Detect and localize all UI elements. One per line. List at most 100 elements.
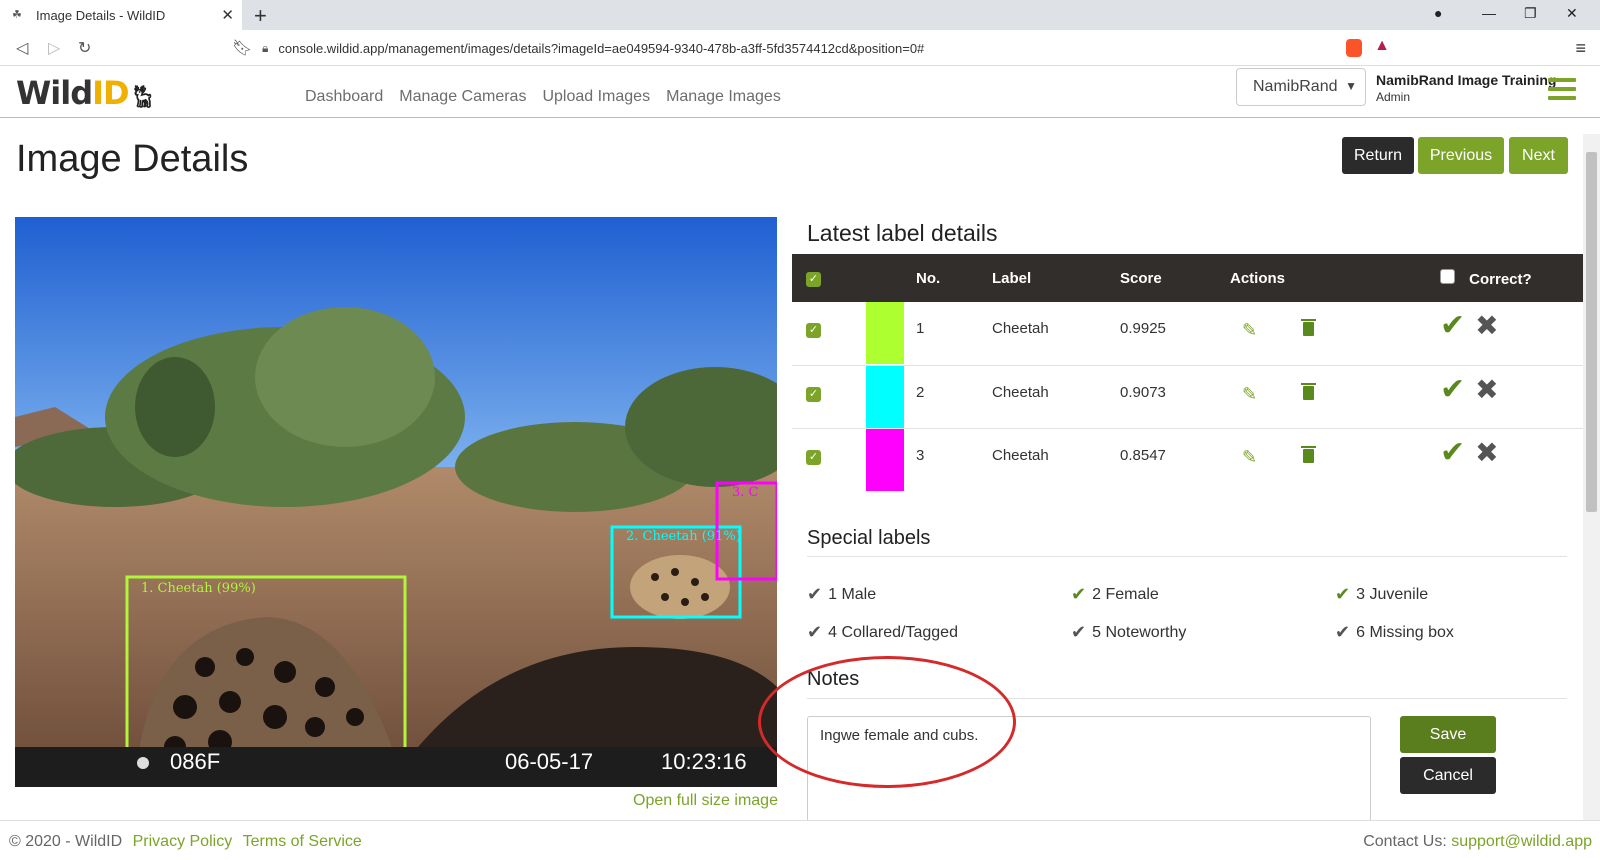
main-nav: Dashboard Manage Cameras Upload Images M… bbox=[305, 88, 781, 106]
special-label-juvenile[interactable]: ✔ 3 Juvenile bbox=[1335, 584, 1428, 605]
delete-trash-icon[interactable] bbox=[1301, 445, 1317, 463]
edit-pencil-icon[interactable]: ✎ bbox=[1242, 384, 1257, 404]
check-icon: ✔ bbox=[1071, 622, 1087, 642]
table-row: ✓ 2 Cheetah 0.9073 ✎ ✔ ✖ bbox=[792, 365, 1584, 429]
box-label-3: 3. C bbox=[732, 485, 759, 500]
project-select-value: NamibRand bbox=[1253, 78, 1338, 95]
col-no: No. bbox=[916, 254, 992, 302]
lock-icon: 🔒︎ bbox=[262, 40, 269, 55]
cancel-button[interactable]: Cancel bbox=[1400, 757, 1496, 794]
delete-trash-icon[interactable] bbox=[1301, 319, 1317, 336]
delete-trash-icon[interactable] bbox=[1301, 382, 1317, 400]
special-label-text: 1 Male bbox=[828, 585, 877, 603]
select-all-checkbox[interactable]: ✓ bbox=[806, 272, 821, 287]
row-label: Cheetah bbox=[992, 302, 1120, 366]
annotation-circle bbox=[758, 656, 1016, 788]
logo-text: Wild bbox=[16, 74, 93, 112]
brave-rewards-icon[interactable]: ▲ bbox=[1374, 37, 1390, 55]
wildid-logo[interactable]: WildID🦌︎ bbox=[16, 74, 157, 112]
save-button[interactable]: Save bbox=[1400, 716, 1496, 753]
special-label-text: 6 Missing box bbox=[1356, 623, 1454, 641]
browser-tab[interactable]: ☘ Image Details - WildID ✕ bbox=[0, 0, 242, 30]
special-label-noteworthy[interactable]: ✔ 5 Noteworthy bbox=[1071, 622, 1186, 643]
minimize-icon[interactable]: — bbox=[1482, 5, 1496, 21]
maximize-icon[interactable]: ❐ bbox=[1524, 5, 1537, 22]
nav-manage-cameras[interactable]: Manage Cameras bbox=[399, 88, 526, 106]
labels-table: ✓ No. Label Score Actions Correct? ✓ 1 C… bbox=[792, 254, 1584, 491]
special-label-text: 5 Noteworthy bbox=[1092, 623, 1187, 641]
mark-incorrect-icon[interactable]: ✖ bbox=[1475, 437, 1498, 468]
check-icon: ✔ bbox=[807, 584, 823, 604]
contact-label: Contact Us: bbox=[1363, 833, 1447, 850]
nav-upload-images[interactable]: Upload Images bbox=[542, 88, 650, 106]
mark-incorrect-icon[interactable]: ✖ bbox=[1475, 310, 1498, 341]
reload-icon[interactable]: ↻ bbox=[78, 38, 91, 58]
row-no: 1 bbox=[916, 302, 992, 366]
special-label-collared[interactable]: ✔ 4 Collared/Tagged bbox=[807, 622, 958, 643]
nav-dashboard[interactable]: Dashboard bbox=[305, 88, 383, 106]
browser-tabbar: ☘ Image Details - WildID ✕ + ● — ❐ ✕ bbox=[0, 0, 1600, 30]
special-labels-title: Special labels bbox=[807, 527, 931, 549]
terms-of-service-link[interactable]: Terms of Service bbox=[243, 833, 362, 850]
table-row: ✓ 1 Cheetah 0.9925 ✎ ✔ ✖ bbox=[792, 302, 1584, 366]
wildid-favicon-icon: ☘ bbox=[12, 9, 22, 21]
animals-logo-icon: 🦌︎ bbox=[128, 85, 157, 110]
edit-pencil-icon[interactable]: ✎ bbox=[1242, 447, 1257, 467]
row-score: 0.8547 bbox=[1120, 446, 1166, 464]
label-color-swatch bbox=[866, 302, 904, 364]
open-full-size-link[interactable]: Open full size image bbox=[633, 792, 778, 810]
previous-button[interactable]: Previous bbox=[1418, 137, 1504, 174]
label-color-swatch bbox=[866, 365, 904, 428]
labels-title: Latest label details bbox=[807, 220, 998, 246]
close-tab-icon[interactable]: ✕ bbox=[221, 6, 234, 24]
col-actions: Actions bbox=[1230, 254, 1440, 302]
project-select[interactable]: NamibRand ▼ bbox=[1236, 68, 1366, 106]
row-label: Cheetah bbox=[992, 446, 1049, 464]
check-icon: ✔ bbox=[1071, 584, 1087, 604]
box-label-2: 2. Cheetah (91%) bbox=[626, 529, 741, 544]
copyright: © 2020 - WildID bbox=[9, 833, 123, 850]
overlay-time: 10:23:16 bbox=[661, 749, 747, 774]
tab-title: Image Details - WildID bbox=[36, 7, 166, 23]
hamburger-menu-icon[interactable] bbox=[1548, 78, 1576, 105]
row-checkbox[interactable]: ✓ bbox=[806, 386, 821, 402]
mark-correct-icon[interactable]: ✔ bbox=[1440, 309, 1465, 342]
logo-id: ID bbox=[92, 74, 129, 112]
col-score: Score bbox=[1120, 254, 1230, 302]
return-button[interactable]: Return bbox=[1342, 137, 1414, 174]
next-button[interactable]: Next bbox=[1509, 137, 1568, 174]
new-tab-icon[interactable]: + bbox=[254, 3, 267, 29]
brave-shield-icon[interactable] bbox=[1346, 39, 1362, 57]
contact-email-link[interactable]: support@wildid.app bbox=[1451, 833, 1592, 850]
profile-icon[interactable]: ● bbox=[1434, 5, 1442, 21]
back-icon[interactable]: ◁ bbox=[16, 38, 28, 58]
special-label-missing-box[interactable]: ✔ 6 Missing box bbox=[1335, 622, 1454, 643]
browser-menu-icon[interactable]: ≡ bbox=[1575, 38, 1586, 59]
mark-correct-icon[interactable]: ✔ bbox=[1440, 373, 1465, 406]
page-scrollbar[interactable] bbox=[1583, 134, 1600, 820]
close-window-icon[interactable]: ✕ bbox=[1566, 5, 1578, 22]
correct-all-checkbox[interactable] bbox=[1440, 268, 1455, 284]
url-field[interactable]: 🔒︎ console.wildid.app/management/images/… bbox=[262, 35, 1390, 61]
overlay-date: 06-05-17 bbox=[505, 749, 594, 774]
row-score: 0.9925 bbox=[1120, 302, 1230, 366]
row-checkbox[interactable]: ✓ bbox=[806, 449, 821, 465]
row-checkbox[interactable]: ✓ bbox=[806, 323, 821, 338]
user-info: NamibRand Image Training Admin bbox=[1376, 72, 1556, 104]
check-icon: ✔ bbox=[1335, 584, 1351, 604]
scrollbar-thumb[interactable] bbox=[1586, 152, 1597, 512]
user-role: Admin bbox=[1376, 90, 1411, 104]
special-label-male[interactable]: ✔ 1 Male bbox=[807, 584, 876, 605]
special-label-female[interactable]: ✔ 2 Female bbox=[1071, 584, 1159, 605]
footer: © 2020 - WildID Privacy Policy Terms of … bbox=[0, 820, 1600, 860]
url-text: console.wildid.app/management/images/det… bbox=[278, 40, 925, 56]
nav-manage-images[interactable]: Manage Images bbox=[666, 88, 781, 106]
forward-icon[interactable]: ▷ bbox=[48, 38, 60, 58]
privacy-policy-link[interactable]: Privacy Policy bbox=[133, 833, 233, 850]
edit-pencil-icon[interactable]: ✎ bbox=[1242, 320, 1257, 340]
bookmark-icon[interactable]: 🔖︎ bbox=[232, 38, 252, 58]
camera-trap-image[interactable]: 1. Cheetah (99%) 2. Cheetah (91%) 3. C 0… bbox=[15, 217, 777, 787]
user-org: NamibRand Image Training bbox=[1376, 72, 1557, 88]
mark-correct-icon[interactable]: ✔ bbox=[1440, 436, 1465, 469]
mark-incorrect-icon[interactable]: ✖ bbox=[1475, 374, 1498, 405]
